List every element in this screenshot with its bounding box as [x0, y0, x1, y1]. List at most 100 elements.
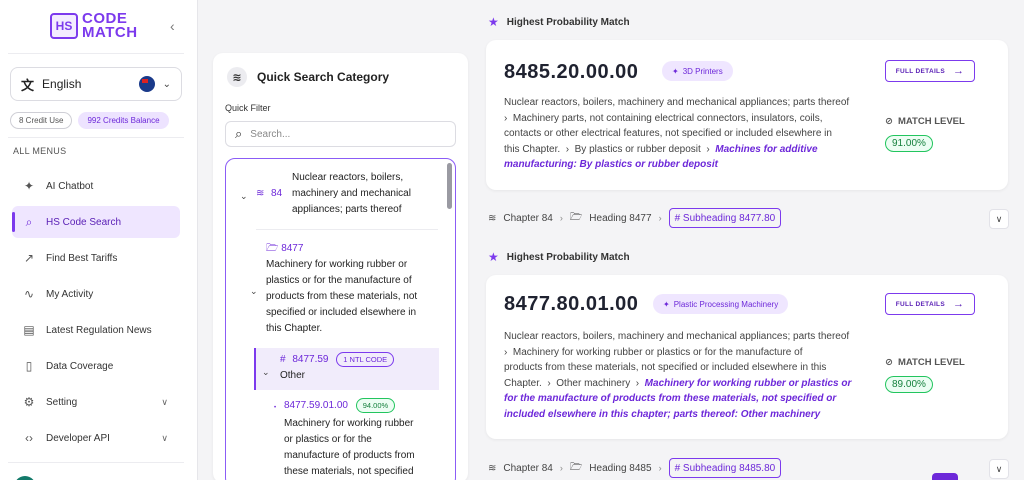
heading-desc: plastics or for the manufacture of: [266, 275, 412, 286]
menu-item-latest-regulation-news[interactable]: ▤ Latest Regulation News: [12, 314, 180, 346]
language-label: English: [42, 77, 82, 91]
result-header: Highest Probability Match: [506, 16, 630, 28]
chapter-code[interactable]: 84: [271, 186, 282, 202]
breadcrumb-heading[interactable]: Heading 8477: [589, 213, 651, 224]
breadcrumb-subheading[interactable]: # Subheading 8477.80: [668, 208, 782, 228]
logo-mark: HS: [50, 13, 78, 39]
document-icon: ▯: [25, 359, 33, 373]
quick-search-panel: ≋ Quick Search Category Quick Filter ⌕ S…: [213, 53, 468, 480]
chapter-desc[interactable]: machinery and mechanical: [292, 186, 411, 202]
layers-icon: ≋: [488, 212, 497, 224]
chapter-desc[interactable]: Nuclear reactors, boilers,: [292, 170, 403, 186]
menu-item-data-coverage[interactable]: ▯ Data Coverage: [12, 350, 180, 382]
translate-icon: 文: [21, 77, 35, 93]
heading-node[interactable]: 🗁 8477: [266, 241, 303, 257]
match-percent-badge: 89.00%: [885, 376, 933, 393]
brand-logo[interactable]: HS CODE MATCH: [50, 11, 138, 41]
sparkle-icon: ✦: [23, 179, 35, 193]
search-input[interactable]: ⌕ Search...: [225, 121, 456, 147]
menu-item-setting[interactable]: ⚙ Setting ∨: [12, 386, 180, 418]
menu-item-developer-api[interactable]: ‹› Developer API ∨: [12, 422, 180, 454]
ntl-code: 8477.59.01.00: [284, 400, 348, 411]
chevron-right-icon: ›: [635, 377, 640, 389]
scrollbar[interactable]: [447, 163, 452, 209]
code-icon: ‹›: [25, 431, 33, 445]
divider: [8, 462, 184, 463]
menu-item-my-activity[interactable]: ∿ My Activity: [12, 278, 180, 310]
menu-item-label: Developer API: [46, 432, 110, 444]
heading-desc: products from these materials, not: [266, 291, 418, 302]
ntl-match-badge: 94.00%: [355, 398, 396, 413]
result-description: Nuclear reactors, boilers, machinery and…: [504, 331, 852, 420]
collapse-sidebar-icon[interactable]: ‹: [170, 18, 175, 34]
result-card: 8477.80.01.00 ✦ Plastic Processing Machi…: [486, 275, 1008, 439]
search-placeholder: Search...: [250, 128, 291, 140]
quick-filter-label: Quick Filter: [225, 103, 271, 113]
breadcrumb-chapter[interactable]: Chapter 84: [503, 463, 552, 474]
menu-item-hs-code-search[interactable]: ⌕ HS Code Search: [12, 206, 180, 238]
credit-balance-badge[interactable]: 992 Credits Balance: [78, 112, 169, 129]
check-circle-icon: ⊘: [885, 357, 893, 368]
menu-item-ai-chatbot[interactable]: ✦ AI Chatbot: [12, 170, 180, 202]
ntl-desc: these materials, not specified: [284, 466, 414, 477]
category-tag-label: Plastic Processing Machinery: [673, 299, 779, 309]
hs-code: 8477.80.01.00: [504, 293, 639, 315]
chevron-right-icon: ›: [504, 112, 508, 124]
layers-icon: ≋: [256, 188, 265, 199]
menu-item-label: Latest Regulation News: [46, 324, 152, 336]
chevron-down-icon[interactable]: ⌄: [240, 188, 248, 204]
breadcrumb-heading[interactable]: Heading 8485: [589, 463, 651, 474]
menu-item-label: Setting: [46, 396, 78, 408]
news-icon: ▤: [23, 323, 35, 337]
heading-code: 8477: [281, 243, 304, 254]
chevron-down-icon: ∨: [161, 396, 168, 407]
ntl-code-node[interactable]: 8477.59.01.00 94.00%: [284, 398, 396, 414]
result-description: Nuclear reactors, boilers, machinery and…: [504, 97, 850, 171]
chapter-desc[interactable]: appliances; parts thereof: [292, 202, 402, 218]
full-details-button[interactable]: FULL DETAILS →: [885, 60, 975, 82]
language-select[interactable]: 文 English ⌄: [10, 67, 182, 101]
expand-chevron-icon[interactable]: ∨: [989, 459, 1009, 479]
search-icon: ⌕: [25, 214, 33, 229]
match-level-label: MATCH LEVEL: [897, 116, 965, 127]
category-tag-label: 3D Printers: [682, 66, 723, 76]
trend-icon: ↗: [23, 251, 35, 265]
chat-launcher-button[interactable]: [932, 473, 958, 480]
category-tree[interactable]: ⌄ ≋ 84 Nuclear reactors, boilers, machin…: [225, 158, 456, 480]
breadcrumb: ≋ Chapter 84 › 🗁 Heading 8485 › # Subhea…: [488, 458, 782, 478]
heading-desc: specified or included elsewhere in: [266, 307, 417, 318]
result-header: Highest Probability Match: [506, 251, 630, 263]
search-icon: ⌕: [235, 126, 243, 141]
menu-item-label: AI Chatbot: [46, 180, 94, 192]
chevron-right-icon: ›: [706, 143, 710, 155]
gear-icon: ⚙: [23, 395, 35, 409]
chevron-down-icon[interactable]: ⌄: [262, 364, 270, 380]
ntl-desc: manufacture of products from: [284, 450, 415, 461]
match-level-label: MATCH LEVEL: [897, 357, 965, 368]
subheading-desc: Other: [280, 370, 306, 381]
category-tag: ✦ Plastic Processing Machinery: [653, 294, 789, 314]
breadcrumb-chapter[interactable]: Chapter 84: [503, 213, 552, 224]
hash-icon: #: [280, 354, 286, 365]
panel-title: Quick Search Category: [257, 70, 390, 84]
flag-icon: [138, 76, 155, 92]
avatar[interactable]: [14, 476, 36, 480]
credit-use-badge: 8 Credit Use: [10, 112, 73, 129]
ntl-desc: Machinery for working rubber: [284, 418, 414, 429]
result-card: 8485.20.00.00 ✦ 3D Printers FULL DETAILS…: [486, 40, 1008, 190]
menu-section-title: ALL MENUS: [13, 146, 67, 156]
full-details-button[interactable]: FULL DETAILS →: [885, 293, 975, 315]
activity-icon: ∿: [23, 287, 35, 301]
breadcrumb-subheading[interactable]: # Subheading 8485.80: [668, 458, 782, 478]
full-details-label: FULL DETAILS: [895, 300, 945, 308]
logo-line-2: MATCH: [82, 24, 138, 41]
bullet-icon: •: [274, 405, 277, 411]
sparkle-icon: ✦: [672, 66, 679, 76]
subheading-code: 8477.59: [292, 354, 329, 365]
menu-item-label: HS Code Search: [46, 216, 122, 228]
chevron-down-icon[interactable]: ⌄: [250, 283, 258, 299]
menu-item-find-best-tariffs[interactable]: ↗ Find Best Tariffs: [12, 242, 180, 274]
star-icon: ★: [488, 15, 499, 29]
check-circle-icon: ⊘: [885, 116, 893, 127]
expand-chevron-icon[interactable]: ∨: [989, 209, 1009, 229]
